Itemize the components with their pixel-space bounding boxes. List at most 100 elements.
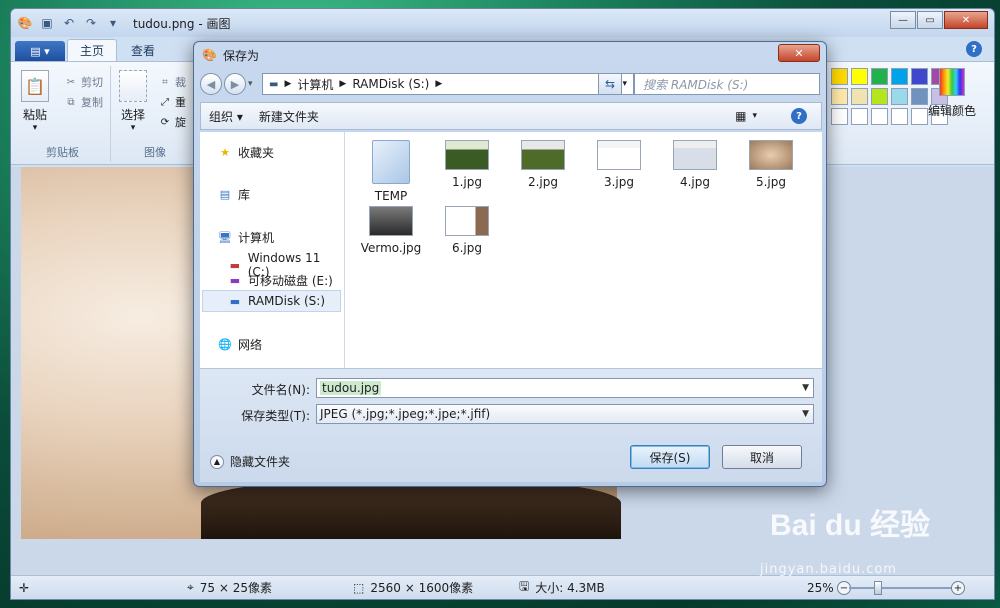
forward-button[interactable]: ▶ [224,73,246,95]
save-icon[interactable]: ▣ [39,15,55,31]
filetype-dropdown-icon[interactable]: ▼ [802,409,809,419]
close-button[interactable]: ✕ [944,11,988,29]
breadcrumb-ramdisk[interactable]: RAMDisk (S:) [352,77,429,91]
address-bar[interactable]: ▬ ▶ 计算机 ▶ RAMDisk (S:) ▶ ▾ [262,73,634,95]
hide-folders-toggle[interactable]: ▲ 隐藏文件夹 [210,453,290,470]
nav-drive-e-label: 可移动磁盘 (E:) [248,274,333,288]
color-swatch[interactable] [911,68,928,85]
zoom-slider-thumb[interactable] [874,581,882,595]
resize-label: 重 [175,96,186,109]
cursor-position-icon: ⌖ [187,580,194,594]
help-icon[interactable]: ? [966,41,982,57]
file-item[interactable]: 2.jpg [507,140,579,189]
baidu-watermark-url: jingyan.baidu.com [760,562,897,577]
breadcrumb-separator-icon[interactable]: ▶ [435,79,442,89]
nav-favorites-label: 收藏夹 [238,146,275,160]
file-menu-button[interactable]: ▤ ▾ [15,41,65,61]
computer-icon: 🖥 [218,231,232,244]
recent-locations-dropdown-icon[interactable]: ▾ [248,79,253,89]
cancel-button[interactable]: 取消 [722,445,802,469]
image-thumbnail [445,140,489,170]
maximize-button[interactable]: ▭ [917,11,943,29]
new-folder-button[interactable]: 新建文件夹 [251,108,327,125]
zoom-slider[interactable] [849,581,959,595]
redo-icon[interactable]: ↷ [83,15,99,31]
nav-network[interactable]: 🌐 网络 [218,336,262,353]
breadcrumb-separator-icon[interactable]: ▶ [339,79,346,89]
file-item[interactable]: Vermo.jpg [355,206,427,255]
folder-item[interactable]: TEMP [355,140,427,203]
view-options-button[interactable]: ▦ ▾ [735,109,757,123]
file-item[interactable]: 3.jpg [583,140,655,189]
dialog-help-icon[interactable]: ? [791,108,807,124]
copy-button[interactable]: ⧉ 复制 [65,94,103,110]
color-swatch[interactable] [831,68,848,85]
dialog-close-button[interactable]: ✕ [778,44,820,62]
color-swatch[interactable] [911,88,928,105]
paste-button[interactable]: 📋 粘贴 ▾ [21,70,49,133]
file-name: 4.jpg [679,175,711,189]
select-button[interactable]: 选择 ▾ [119,70,147,133]
color-swatch[interactable] [871,88,888,105]
clipboard-icon: 📋 [21,70,49,102]
file-item[interactable]: 6.jpg [431,206,503,255]
paste-dropdown-icon: ▾ [32,123,38,133]
organize-button[interactable]: 组织 ▾ [201,108,251,125]
tab-home[interactable]: 主页 [67,39,118,61]
file-list[interactable]: TEMP 1.jpg 2.jpg 3.jpg 4.jpg 5.jpg Vermo.jpg 6.… [345,132,822,368]
ramdisk-icon: ▬ [229,294,241,308]
file-name: Vermo.jpg [360,241,422,255]
nav-computer[interactable]: 🖥 计算机 [218,229,274,246]
image-thumbnail [673,140,717,170]
color-swatch[interactable] [831,88,848,105]
color-swatch[interactable] [851,68,868,85]
quick-access-dropdown-icon[interactable]: ▾ [105,15,121,31]
color-swatch[interactable] [891,108,908,125]
edit-colors-button[interactable]: 编辑颜色 [928,68,976,119]
refresh-button[interactable]: ⇆ [598,73,622,95]
paint-app-icon[interactable]: 🎨 [17,15,33,31]
address-dropdown-icon[interactable]: ▾ [622,79,627,89]
file-item[interactable]: 4.jpg [659,140,731,189]
file-item[interactable]: 5.jpg [735,140,807,189]
color-swatch[interactable] [871,108,888,125]
color-swatch[interactable] [891,88,908,105]
back-button[interactable]: ◀ [200,73,222,95]
tab-view[interactable]: 查看 [119,39,167,61]
color-swatch[interactable] [851,88,868,105]
save-button[interactable]: 保存(S) [630,445,710,469]
file-name: 2.jpg [527,175,559,189]
image-thumbnail [445,206,489,236]
nav-libraries[interactable]: ▤ 库 [218,186,250,203]
color-swatch[interactable] [911,108,928,125]
breadcrumb-computer[interactable]: 计算机 [297,76,333,93]
rotate-button[interactable]: ⟳ 旋 [159,114,186,130]
breadcrumb-separator-icon[interactable]: ▶ [284,79,291,89]
rotate-label: 旋 [175,116,186,129]
resize-button[interactable]: ⤢ 重 [159,94,186,110]
nav-drive-e[interactable]: ▬ 可移动磁盘 (E:) [228,272,333,289]
crop-button[interactable]: ⌗ 裁 [159,74,186,90]
nav-drive-s[interactable]: ▬ RAMDisk (S:) [202,290,341,312]
color-swatch[interactable] [831,108,848,125]
file-item[interactable]: 1.jpg [431,140,503,189]
nav-libraries-label: 库 [238,188,251,202]
file-name: TEMP [374,189,408,203]
zoom-level: 25% [807,580,834,595]
filename-input[interactable]: tudou.jpg ▼ [316,378,814,398]
nav-drive-s-label: RAMDisk (S:) [248,294,326,308]
color-swatch[interactable] [851,108,868,125]
nav-favorites[interactable]: ★ 收藏夹 [218,144,274,161]
minimize-button[interactable]: — [890,11,916,29]
undo-icon[interactable]: ↶ [61,15,77,31]
filename-dropdown-icon[interactable]: ▼ [802,383,809,393]
navigation-pane: ★ 收藏夹 ▤ 库 🖥 计算机 ▬ Windows 11 (C:) ▬ 可移动磁… [200,132,345,368]
color-swatch[interactable] [891,68,908,85]
cut-button[interactable]: ✂ 剪切 [65,74,103,90]
zoom-in-button[interactable]: + [951,581,965,595]
filetype-select[interactable]: JPEG (*.jpg;*.jpeg;*.jpe;*.jfif) ▼ [316,404,814,424]
search-input[interactable]: 搜索 RAMDisk (S:) [634,73,820,95]
move-icon: ✛ [19,580,30,595]
color-swatch[interactable] [871,68,888,85]
rotate-icon: ⟳ [160,116,170,128]
